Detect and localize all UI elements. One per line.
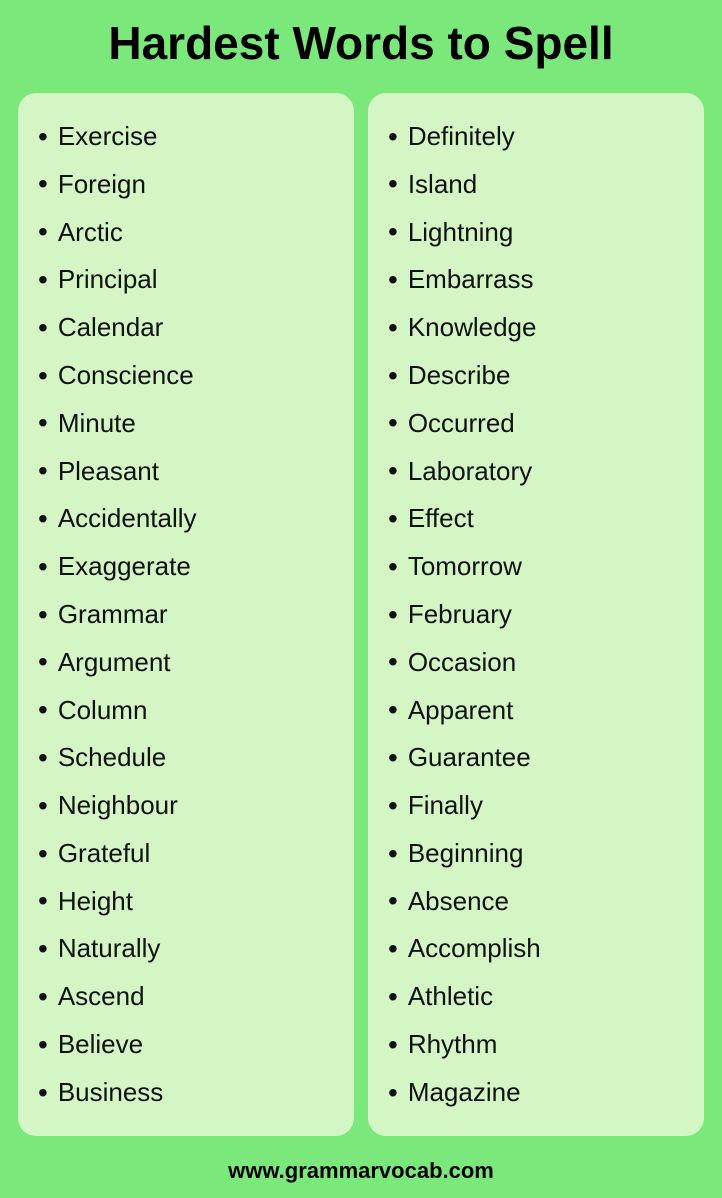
list-item: Ascend (38, 973, 338, 1021)
list-item: Describe (388, 352, 688, 400)
list-item: Grateful (38, 830, 338, 878)
list-item: Arctic (38, 208, 338, 256)
list-item: Definitely (388, 113, 688, 161)
left-word-list: ExerciseForeignArcticPrincipalCalendarCo… (38, 113, 338, 1117)
list-item: Business (38, 1069, 338, 1117)
list-item: Principal (38, 256, 338, 304)
list-item: Athletic (388, 973, 688, 1021)
list-item: Apparent (388, 686, 688, 734)
list-item: Grammar (38, 591, 338, 639)
list-item: Occasion (388, 638, 688, 686)
list-item: Believe (38, 1021, 338, 1069)
list-item: Island (388, 160, 688, 208)
list-item: Exercise (38, 113, 338, 161)
list-item: Rhythm (388, 1021, 688, 1069)
list-item: Minute (38, 399, 338, 447)
list-item: Schedule (38, 734, 338, 782)
right-column: DefinitelyIslandLightningEmbarrassKnowle… (368, 93, 704, 1137)
list-item: Laboratory (388, 447, 688, 495)
footer-url: www.grammarvocab.com (228, 1158, 494, 1183)
left-column: ExerciseForeignArcticPrincipalCalendarCo… (18, 93, 354, 1137)
list-item: Accidentally (38, 495, 338, 543)
list-item: Lightning (388, 208, 688, 256)
list-item: Knowledge (388, 304, 688, 352)
list-item: Height (38, 877, 338, 925)
page-title: Hardest Words to Spell (20, 18, 702, 69)
list-item: Magazine (388, 1069, 688, 1117)
list-item: Effect (388, 495, 688, 543)
list-item: Neighbour (38, 782, 338, 830)
list-item: Accomplish (388, 925, 688, 973)
list-item: Finally (388, 782, 688, 830)
list-item: Occurred (388, 399, 688, 447)
list-item: Beginning (388, 830, 688, 878)
list-item: Naturally (38, 925, 338, 973)
list-item: Foreign (38, 160, 338, 208)
list-item: February (388, 591, 688, 639)
list-item: Conscience (38, 352, 338, 400)
list-item: Absence (388, 877, 688, 925)
page-header: Hardest Words to Spell (0, 0, 722, 83)
list-item: Calendar (38, 304, 338, 352)
list-item: Argument (38, 638, 338, 686)
list-item: Tomorrow (388, 543, 688, 591)
list-item: Embarrass (388, 256, 688, 304)
content-area: ExerciseForeignArcticPrincipalCalendarCo… (0, 83, 722, 1147)
list-item: Column (38, 686, 338, 734)
list-item: Exaggerate (38, 543, 338, 591)
right-word-list: DefinitelyIslandLightningEmbarrassKnowle… (388, 113, 688, 1117)
list-item: Guarantee (388, 734, 688, 782)
page-footer: www.grammarvocab.com (0, 1146, 722, 1198)
list-item: Pleasant (38, 447, 338, 495)
